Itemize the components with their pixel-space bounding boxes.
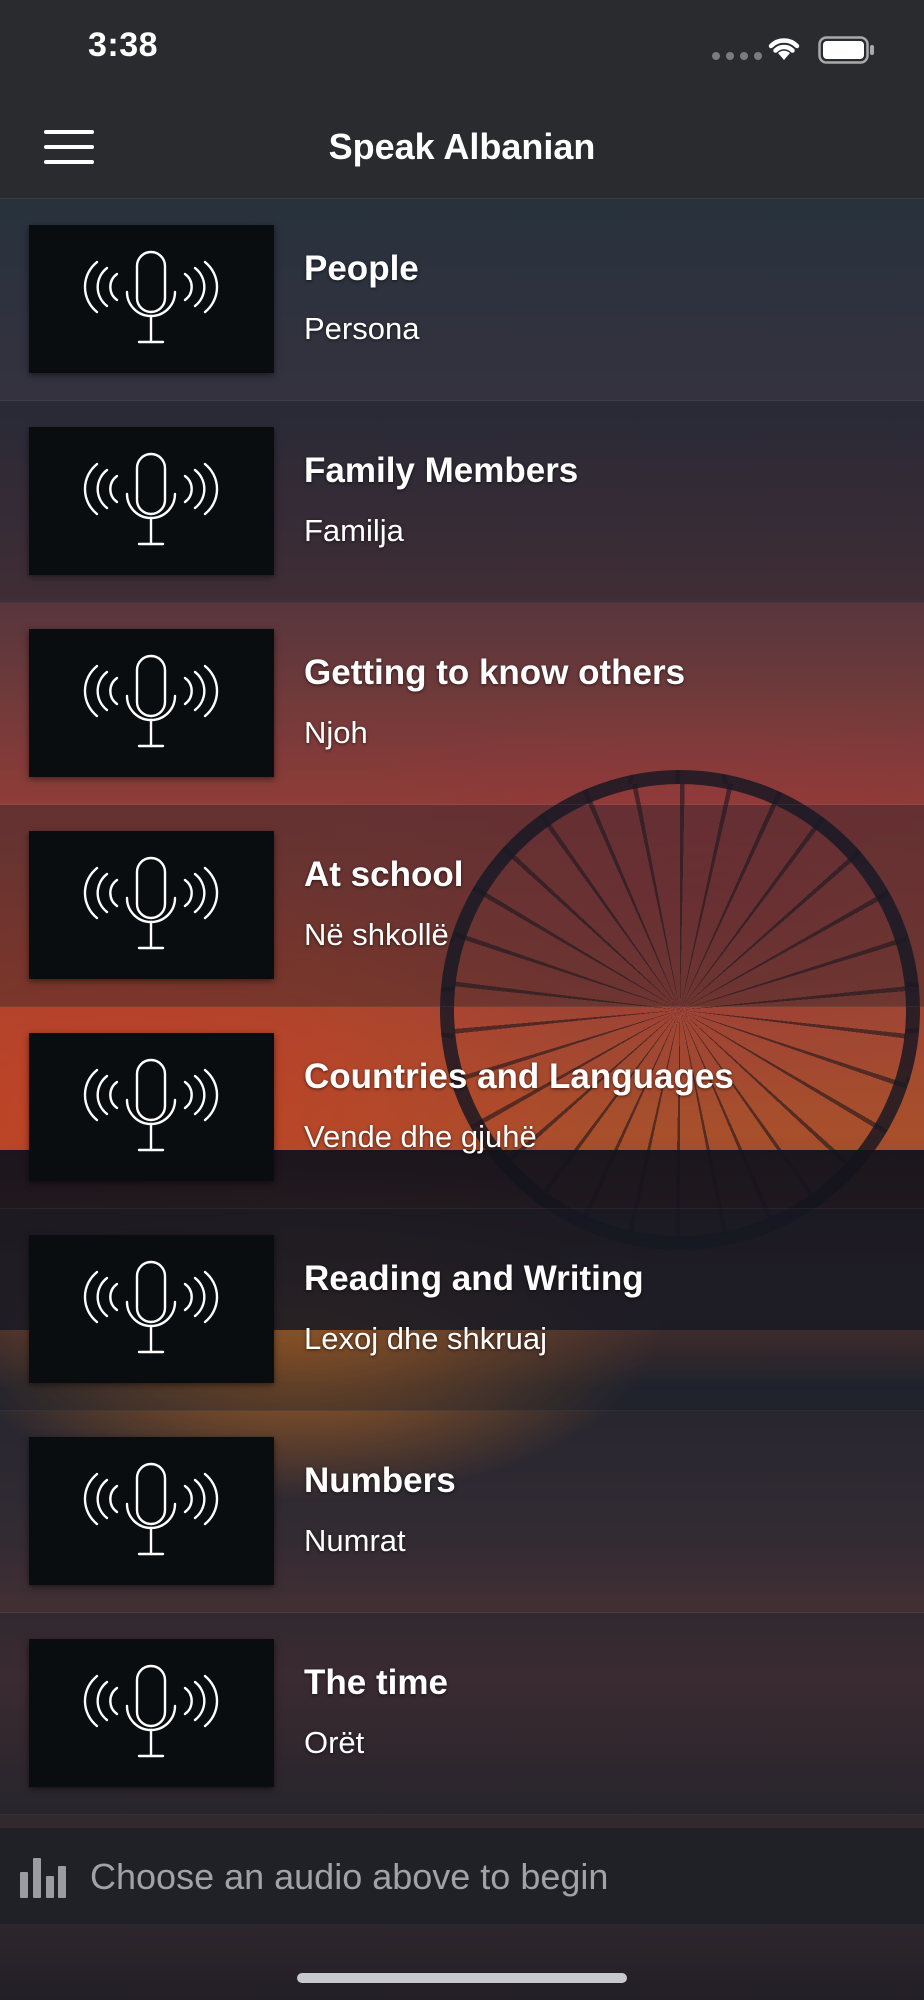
microphone-broadcast-icon — [29, 1437, 274, 1585]
microphone-broadcast-icon — [29, 1235, 274, 1383]
microphone-broadcast-icon — [29, 1033, 274, 1181]
item-title: Getting to know others — [304, 653, 686, 692]
status-time: 3:38 — [88, 26, 159, 64]
list-item-reading-and-writing[interactable]: Reading and Writing Lexoj dhe shkruaj — [0, 1209, 924, 1411]
status-bar: 3:38 — [0, 0, 924, 100]
list-item-the-time[interactable]: The time Orët — [0, 1613, 924, 1815]
lesson-list: People Persona Family Members Familja Ge… — [0, 199, 924, 1815]
navigation-bar: Speak Albanian — [0, 100, 924, 199]
list-item-getting-to-know-others[interactable]: Getting to know others Njoh — [0, 603, 924, 805]
list-item-countries-and-languages[interactable]: Countries and Languages Vende dhe gjuhë — [0, 1007, 924, 1209]
player-prompt: Choose an audio above to begin — [90, 1856, 609, 1897]
item-title: People — [304, 249, 419, 288]
microphone-broadcast-icon — [29, 831, 274, 979]
microphone-broadcast-icon — [29, 1639, 274, 1787]
cellular-signal-icon — [712, 52, 762, 60]
list-item-people[interactable]: People Persona — [0, 199, 924, 401]
item-title: At school — [304, 855, 464, 894]
item-title: Reading and Writing — [304, 1259, 644, 1298]
microphone-broadcast-icon — [29, 427, 274, 575]
list-item-numbers[interactable]: Numbers Numrat — [0, 1411, 924, 1613]
item-subtitle: Familja — [304, 513, 404, 548]
list-item-at-school[interactable]: At school Në shkollë — [0, 805, 924, 1007]
microphone-broadcast-icon — [29, 225, 274, 373]
microphone-broadcast-icon — [29, 629, 274, 777]
list-item-family-members[interactable]: Family Members Familja — [0, 401, 924, 603]
item-title: Countries and Languages — [304, 1057, 734, 1096]
page-title: Speak Albanian — [328, 126, 596, 167]
item-subtitle: Lexoj dhe shkruaj — [304, 1321, 547, 1356]
item-title: Family Members — [304, 451, 579, 490]
audio-player-bar[interactable]: Choose an audio above to begin — [0, 1828, 924, 1924]
item-subtitle: Orët — [304, 1725, 365, 1760]
item-title: Numbers — [304, 1461, 456, 1500]
wifi-icon — [768, 38, 800, 60]
item-subtitle: Njoh — [304, 715, 368, 750]
equalizer-icon — [20, 1858, 66, 1898]
item-subtitle: Në shkollë — [304, 917, 449, 952]
item-subtitle: Persona — [304, 311, 420, 346]
item-subtitle: Vende dhe gjuhë — [304, 1119, 537, 1154]
item-title: The time — [304, 1663, 448, 1702]
home-indicator[interactable] — [297, 1973, 627, 1983]
battery-icon — [818, 36, 874, 64]
item-subtitle: Numrat — [304, 1523, 406, 1558]
